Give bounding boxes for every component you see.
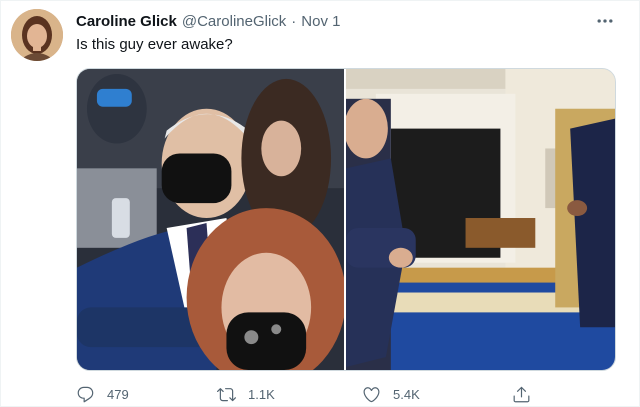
- photo-oval-office-image: [346, 69, 615, 370]
- tweet-media[interactable]: [76, 68, 616, 371]
- author-handle[interactable]: @CarolineGlick: [182, 13, 286, 30]
- author-name[interactable]: Caroline Glick: [76, 13, 177, 30]
- retweet-count: 1.1K: [248, 387, 275, 402]
- tweet-date[interactable]: Nov 1: [301, 13, 340, 30]
- like-count: 5.4K: [393, 387, 420, 402]
- share-icon: [512, 385, 531, 404]
- more-horizontal-icon: [597, 19, 613, 23]
- tweet-card[interactable]: Caroline Glick @CarolineGlick · Nov 1 Is…: [0, 0, 640, 407]
- photo-left[interactable]: [77, 69, 344, 370]
- reply-count: 479: [107, 387, 129, 402]
- retweet-button[interactable]: 1.1K: [217, 385, 275, 404]
- more-options-button[interactable]: [593, 11, 617, 31]
- reply-button[interactable]: 479: [76, 385, 129, 404]
- tweet-text: Is this guy ever awake?: [76, 36, 233, 53]
- reply-icon: [76, 385, 95, 404]
- tweet-actions: 479 1.1K 5.4K: [76, 385, 546, 407]
- share-button[interactable]: [512, 385, 543, 404]
- tweet-header: Caroline Glick @CarolineGlick · Nov 1: [76, 11, 340, 31]
- photo-right[interactable]: [346, 69, 615, 370]
- like-button[interactable]: 5.4K: [362, 385, 420, 404]
- heart-icon: [362, 385, 381, 404]
- retweet-icon: [217, 385, 236, 404]
- avatar[interactable]: [11, 9, 63, 61]
- photo-seated-man-masked-image: [77, 69, 344, 370]
- separator-dot: ·: [291, 12, 297, 30]
